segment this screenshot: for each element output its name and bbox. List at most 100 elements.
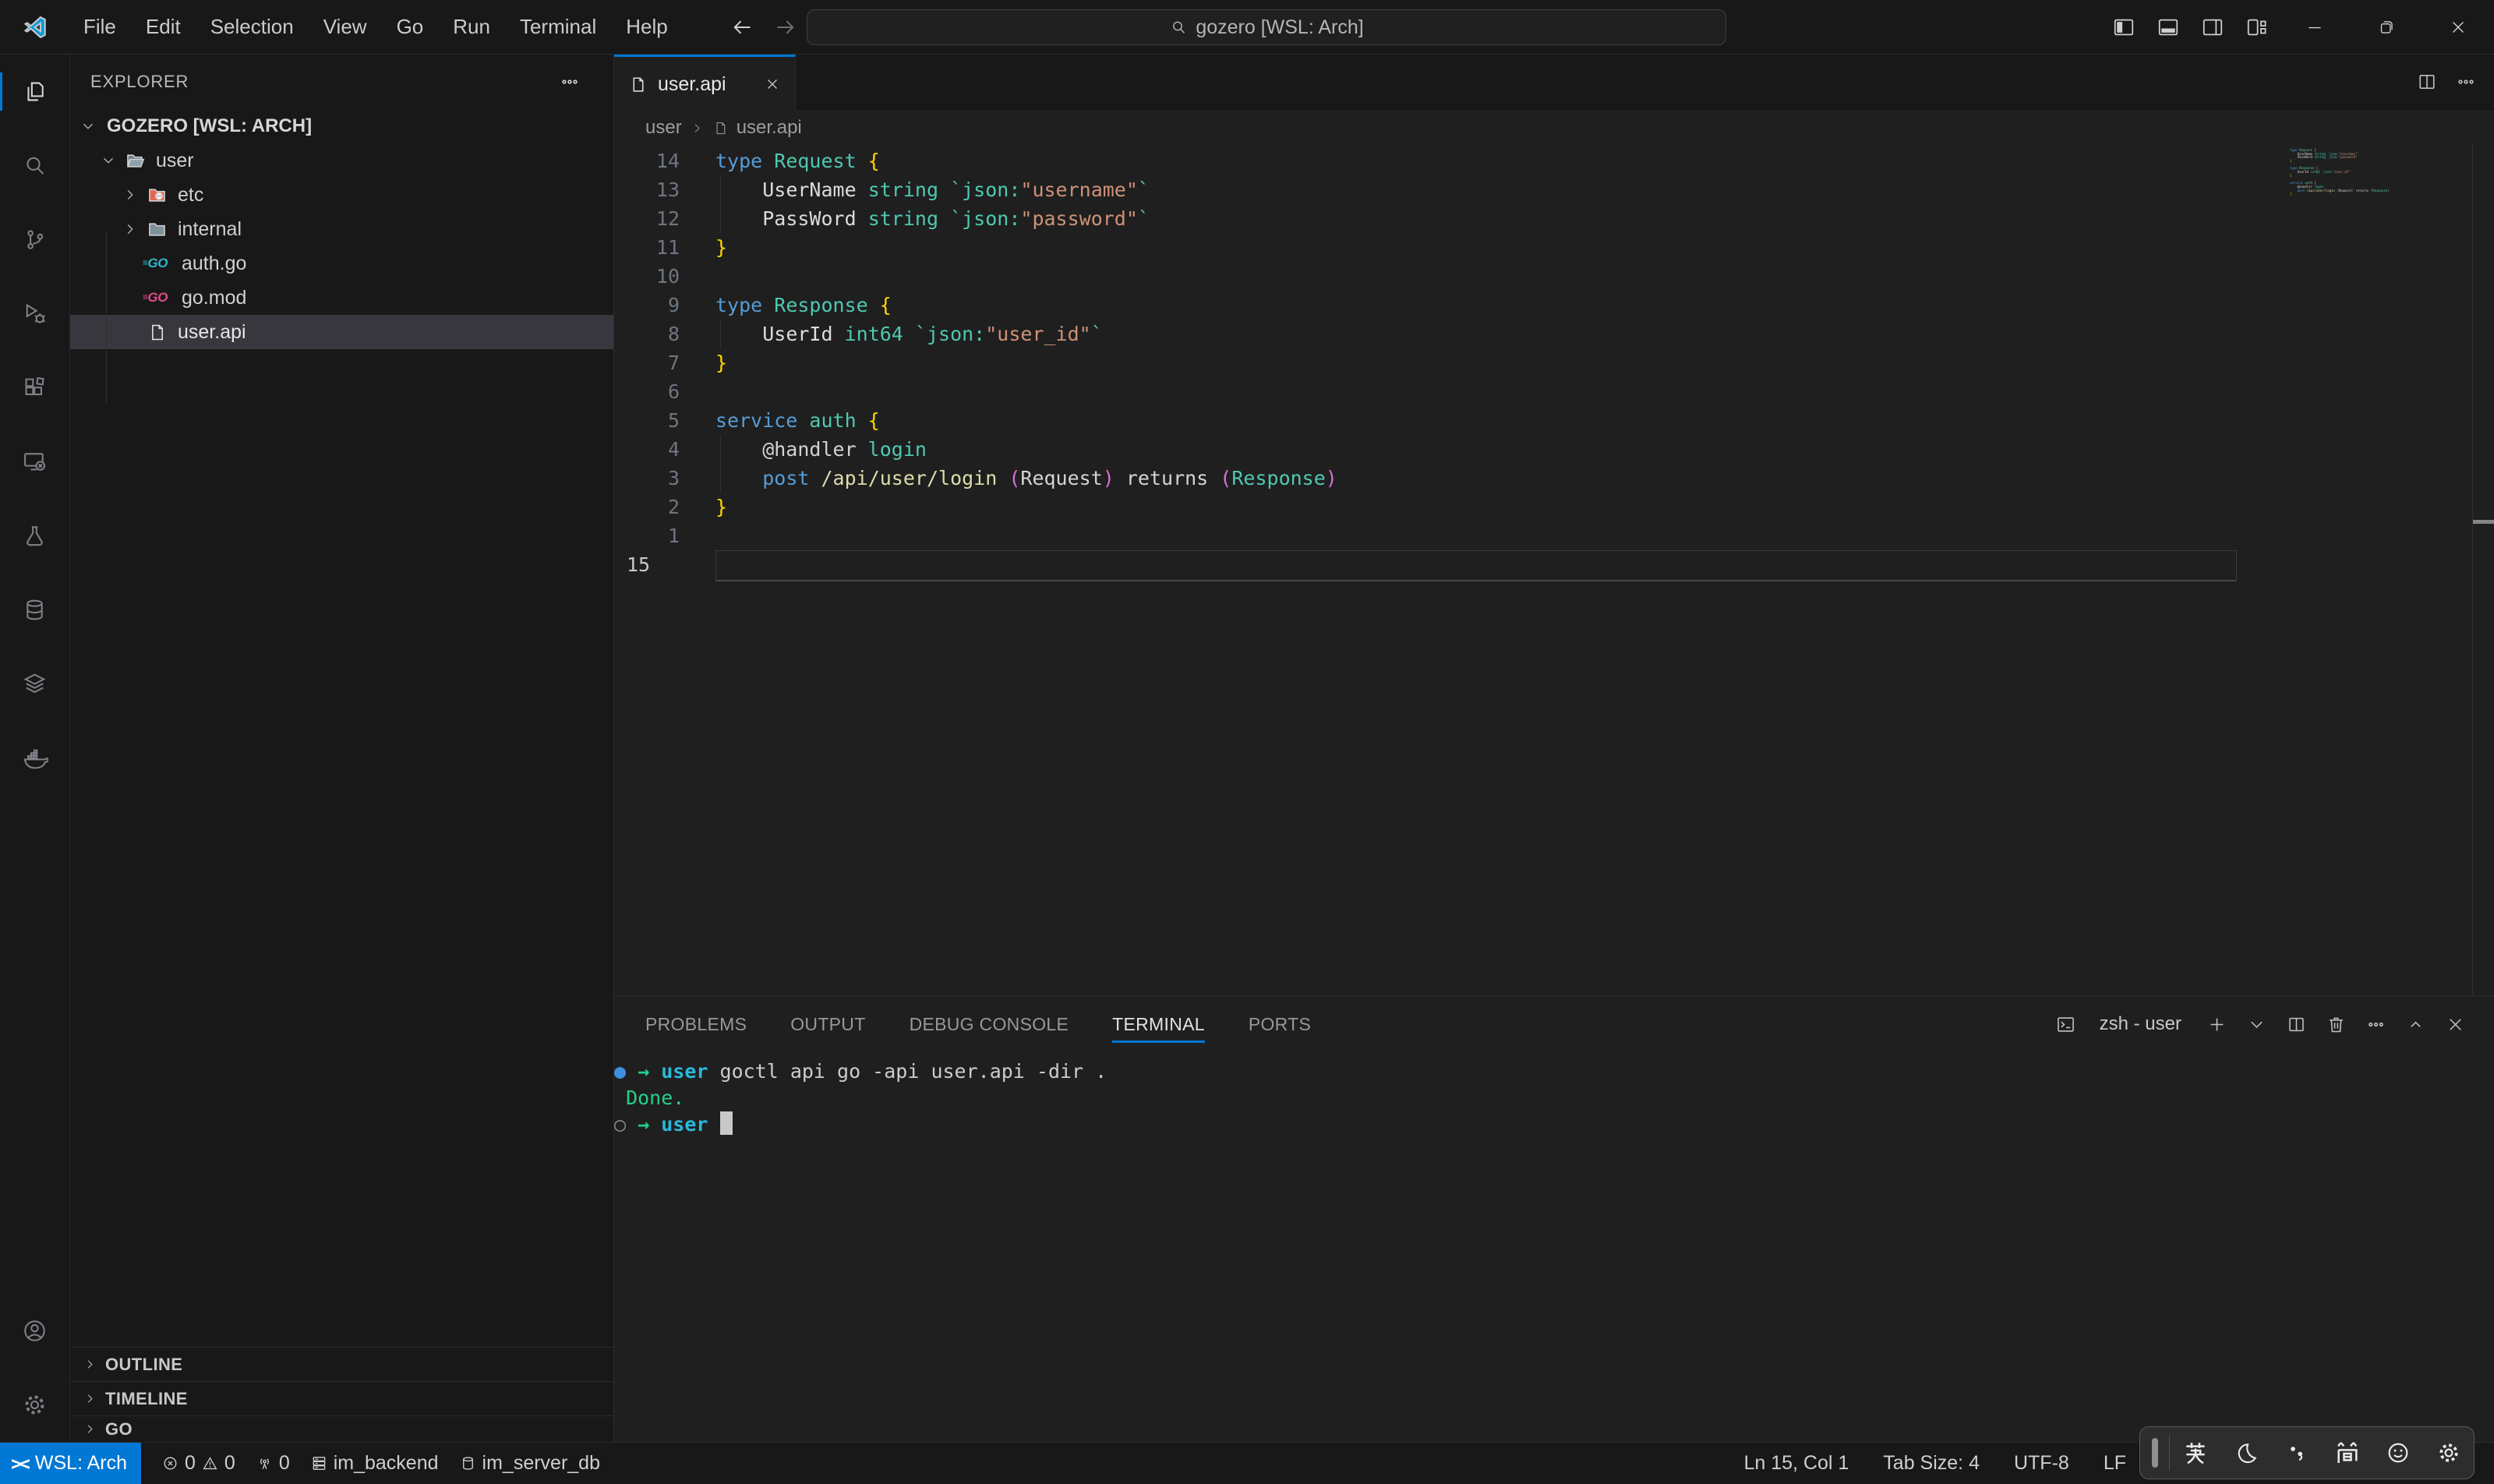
menu-go[interactable]: Go	[382, 0, 439, 54]
titlebar-controls	[2101, 0, 2494, 54]
tree-item-auth.go[interactable]: GOauth.go	[70, 246, 613, 281]
minimize-button[interactable]	[2279, 0, 2351, 54]
ime-settings-icon[interactable]	[2423, 1440, 2474, 1466]
ime-emoji-icon[interactable]	[2372, 1440, 2423, 1466]
tab-size[interactable]: Tab Size: 4	[1883, 1452, 1980, 1475]
editor-more-actions-icon[interactable]	[2455, 71, 2477, 93]
customize-layout-icon[interactable]	[2234, 0, 2279, 54]
section-outline[interactable]: OUTLINE	[70, 1347, 613, 1381]
database-icon	[459, 1454, 477, 1472]
menu-view[interactable]: View	[309, 0, 382, 54]
file-icon	[628, 75, 648, 94]
line-number: 12	[614, 204, 715, 233]
toggle-panel-icon[interactable]	[2146, 0, 2190, 54]
tree-item-gozero-wsl-arch-[interactable]: GOZERO [WSL: ARCH]	[70, 109, 613, 143]
tree-item-label: internal	[178, 218, 242, 241]
ime-language-mode[interactable]	[2170, 1437, 2220, 1468]
maximize-panel-icon[interactable]	[2405, 1014, 2426, 1035]
breadcrumb-file[interactable]: user.api	[737, 117, 802, 139]
tree-item-etc[interactable]: etc	[70, 178, 613, 212]
section-go[interactable]: GO	[70, 1415, 613, 1442]
command-center-search[interactable]: gozero [WSL: Arch]	[807, 9, 1726, 45]
tree-item-user[interactable]: user	[70, 143, 613, 178]
cursor-position[interactable]: Ln 15, Col 1	[1743, 1452, 1849, 1475]
terminal-dropdown-icon[interactable]	[2246, 1014, 2267, 1035]
command-center-label: gozero [WSL: Arch]	[1196, 16, 1363, 39]
problems-status[interactable]: 0 0	[161, 1452, 235, 1475]
code-line: 9type Response {	[614, 291, 2494, 320]
kill-terminal-icon[interactable]	[2326, 1014, 2347, 1035]
activity-account-icon[interactable]	[0, 1294, 69, 1368]
panel-more-actions-icon[interactable]	[2365, 1014, 2386, 1035]
panel-tab-output[interactable]: OUTPUT	[790, 996, 865, 1052]
split-terminal-icon[interactable]	[2286, 1014, 2307, 1035]
chevron-spacer	[122, 323, 139, 341]
activity-remote-explorer-icon[interactable]	[0, 425, 69, 499]
menu-terminal[interactable]: Terminal	[505, 0, 611, 54]
code-line: 10	[614, 262, 2494, 291]
activity-settings-icon[interactable]	[0, 1368, 69, 1442]
database-status[interactable]: im_server_db	[459, 1452, 600, 1475]
chevron-right-icon	[122, 221, 139, 238]
terminal-output[interactable]: ● → user goctl api go -api user.api -dir…	[614, 1052, 2494, 1138]
tab-close-icon[interactable]	[764, 76, 781, 93]
back-arrow-icon[interactable]	[729, 14, 755, 41]
section-timeline[interactable]: TIMELINE	[70, 1381, 613, 1415]
toggle-sidebar-icon[interactable]	[2101, 0, 2146, 54]
line-number: 3	[614, 464, 715, 493]
terminal-line: ● → user goctl api go -api user.api -dir…	[614, 1058, 2494, 1085]
go-file-icon: GO	[143, 256, 171, 271]
close-panel-icon[interactable]	[2445, 1014, 2466, 1035]
backend-status[interactable]: im_backend	[310, 1452, 439, 1475]
activity-layers-icon[interactable]	[0, 647, 69, 721]
ports-status[interactable]: 0	[256, 1452, 290, 1475]
tab-user-api[interactable]: user.api	[614, 55, 796, 111]
new-terminal-icon[interactable]	[2206, 1014, 2227, 1035]
tree-item-go.mod[interactable]: GOgo.mod	[70, 281, 613, 315]
explorer-more-actions-icon[interactable]	[559, 71, 581, 93]
menu-edit[interactable]: Edit	[131, 0, 196, 54]
line-number: 6	[614, 377, 715, 406]
activity-search-icon[interactable]	[0, 129, 69, 203]
panel-tab-problems[interactable]: PROBLEMS	[645, 996, 747, 1052]
breadcrumb-folder[interactable]: user	[645, 117, 682, 139]
menu-file[interactable]: File	[69, 0, 131, 54]
restore-button[interactable]	[2351, 0, 2422, 54]
activity-extensions-icon[interactable]	[0, 351, 69, 425]
bottom-panel: PROBLEMS OUTPUT DEBUG CONSOLE TERMINAL PORTS…	[614, 995, 2494, 1442]
code-editor[interactable]: 14type Request {13 UserName string `json…	[614, 144, 2494, 995]
ime-simplified-mode[interactable]	[2322, 1437, 2372, 1468]
chevron-spacer	[122, 255, 139, 272]
minimap-line	[2290, 200, 2472, 204]
activity-source-control-icon[interactable]	[0, 203, 69, 277]
panel-tab-debug-console[interactable]: DEBUG CONSOLE	[910, 996, 1069, 1052]
tree-item-user.api[interactable]: user.api	[70, 315, 613, 349]
eol[interactable]: LF	[2104, 1452, 2126, 1475]
menu-help[interactable]: Help	[611, 0, 682, 54]
ime-fullwidth-moon-icon[interactable]	[2220, 1440, 2271, 1466]
split-editor-icon[interactable]	[2416, 71, 2438, 93]
terminal-cursor	[720, 1111, 733, 1135]
forward-arrow-icon[interactable]	[772, 14, 799, 41]
tree-item-internal[interactable]: internal	[70, 212, 613, 246]
panel-tab-terminal[interactable]: TERMINAL	[1112, 996, 1205, 1052]
warning-icon	[201, 1454, 219, 1472]
menu-selection[interactable]: Selection	[196, 0, 309, 54]
menu-run[interactable]: Run	[438, 0, 505, 54]
activity-explorer-icon[interactable]	[0, 55, 69, 129]
toggle-secondary-sidebar-icon[interactable]	[2190, 0, 2234, 54]
encoding[interactable]: UTF-8	[2014, 1452, 2069, 1475]
panel-tab-ports[interactable]: PORTS	[1249, 996, 1311, 1052]
close-button[interactable]	[2422, 0, 2494, 54]
chevron-right-icon	[122, 186, 139, 203]
activity-run-debug-icon[interactable]	[0, 277, 69, 351]
activity-database-icon[interactable]	[0, 573, 69, 647]
overview-ruler[interactable]	[2472, 144, 2494, 995]
minimap[interactable]: type Request { UserName string `json:"us…	[2284, 144, 2472, 203]
ime-drag-handle[interactable]	[2152, 1438, 2158, 1468]
ime-punctuation-icon[interactable]	[2271, 1440, 2322, 1466]
terminal-instance-label[interactable]: zsh - user	[2100, 1013, 2181, 1035]
activity-docker-icon[interactable]	[0, 721, 69, 795]
activity-testing-icon[interactable]	[0, 499, 69, 573]
remote-indicator[interactable]: >< WSL: Arch	[0, 1443, 141, 1484]
